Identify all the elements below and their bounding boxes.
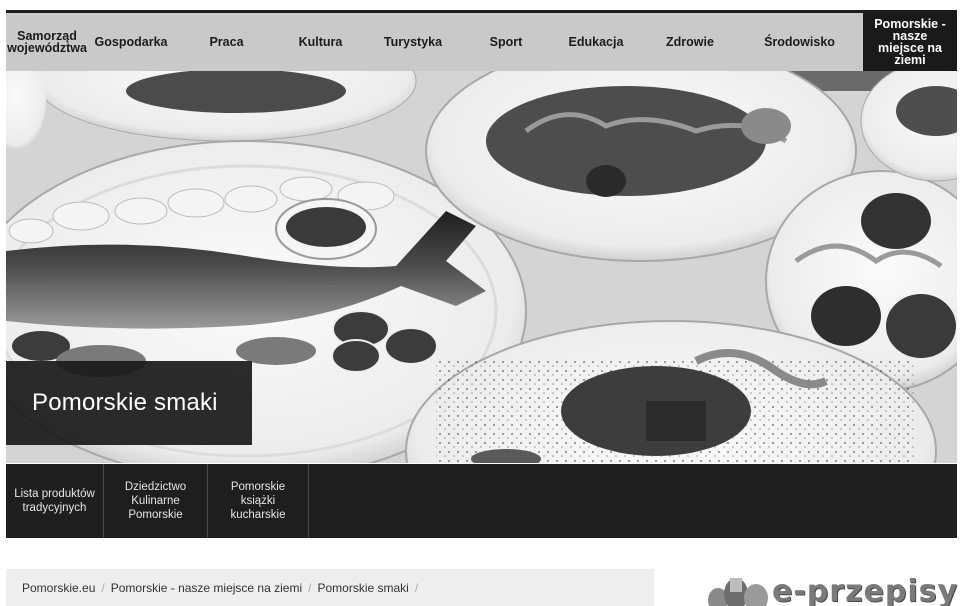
subnav-item-dziedzictwo[interactable]: Dziedzictwo Kulinarne Pomorskie [104,464,208,538]
breadcrumb: Pomorskie.eu / Pomorskie - nasze miejsce… [6,569,654,606]
breadcrumb-separator: / [101,580,105,595]
nav-item-praca[interactable]: Praca [174,13,279,71]
nav-item-turystyka[interactable]: Turystyka [362,13,464,71]
breadcrumb-separator: / [308,580,312,595]
e-przepisy-logo[interactable]: e-przepisy [706,570,963,606]
subnav-item-ksiazki[interactable]: Pomorskie książki kucharskie [208,464,309,538]
hero-title-box: Pomorskie smaki [6,361,252,445]
nav-item-zdrowie[interactable]: Zdrowie [644,13,736,71]
e-przepisy-logo-text: e-przepisy [772,574,959,606]
top-border [0,0,963,14]
hero-banner: Pomorskie smaki [6,71,957,463]
e-przepisy-logo-icon [708,578,768,606]
breadcrumb-separator: / [414,580,419,595]
main-navigation: Samorząd województwa Gospodarka Praca Ku… [6,13,957,71]
nav-item-kultura[interactable]: Kultura [279,13,362,71]
breadcrumb-item-pomorskie[interactable]: Pomorskie - nasze miejsce na ziemi [111,581,302,595]
hero-title: Pomorskie smaki [32,389,218,416]
nav-item-pomorskie-active[interactable]: Pomorskie - nasze miejsce na ziemi [863,13,957,71]
sub-navigation: Lista produktów tradycyjnych Dziedzictwo… [6,464,957,538]
subnav-item-lista-produktow[interactable]: Lista produktów tradycyjnych [6,464,104,538]
nav-item-edukacja[interactable]: Edukacja [548,13,644,71]
nav-item-gospodarka[interactable]: Gospodarka [88,13,174,71]
nav-item-samorzad[interactable]: Samorząd województwa [6,13,88,71]
breadcrumb-item-current[interactable]: Pomorskie smaki [317,581,408,595]
breadcrumb-item-home[interactable]: Pomorskie.eu [22,581,95,595]
nav-item-srodowisko[interactable]: Środowisko [736,13,863,71]
nav-item-sport[interactable]: Sport [464,13,548,71]
